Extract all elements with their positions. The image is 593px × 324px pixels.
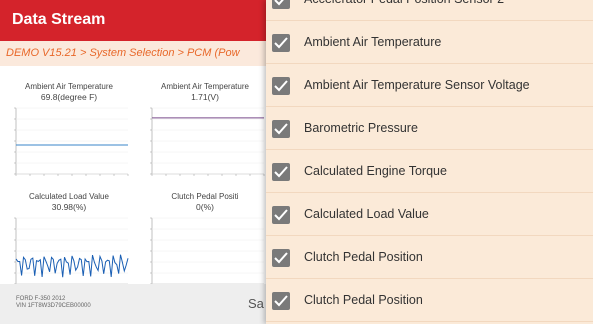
divider <box>266 321 593 322</box>
check-icon <box>274 166 288 178</box>
check-icon <box>274 123 288 135</box>
list-item-label: Accelerator Pedal Position Sensor 2 <box>304 0 504 6</box>
list-item-label: Clutch Pedal Position <box>304 250 423 264</box>
list-item[interactable]: Barometric Pressure <box>266 107 593 150</box>
page-title: Data Stream <box>12 11 106 28</box>
check-icon <box>274 209 288 221</box>
checkbox[interactable] <box>272 206 290 224</box>
graph-title: Clutch Pedal Positi <box>171 192 239 201</box>
vehicle-vin: VIN 1FT8W3D79CEB00000 <box>16 303 91 309</box>
list-item[interactable]: Calculated Load Value <box>266 193 593 236</box>
list-item[interactable]: Clutch Pedal Position <box>266 236 593 279</box>
data-stream-selection-list: Accelerator Pedal Position Sensor 2 Ambie… <box>266 0 593 324</box>
checkbox[interactable] <box>272 0 290 9</box>
check-icon <box>274 37 288 49</box>
vehicle-info: FORD F-350 2012 VIN 1FT8W3D79CEB00000 <box>16 296 91 310</box>
list-item[interactable]: Clutch Pedal Position <box>266 279 593 322</box>
list-item[interactable]: Ambient Air Temperature <box>266 21 593 64</box>
checkbox[interactable] <box>272 120 290 138</box>
graph-value: 30.98(%) <box>51 202 87 212</box>
checkbox[interactable] <box>272 77 290 95</box>
checkbox[interactable] <box>272 34 290 52</box>
check-icon <box>274 295 288 307</box>
checkbox[interactable] <box>272 249 290 267</box>
list-item-label: Clutch Pedal Position <box>304 293 423 307</box>
check-icon <box>274 252 288 264</box>
vehicle-model: FORD F-350 2012 <box>16 296 66 302</box>
checkbox[interactable] <box>272 163 290 181</box>
graph-ambient-air-temperature[interactable]: Ambient Air Temperature 69.8(degree F) <box>4 82 134 190</box>
list-item[interactable]: Ambient Air Temperature Sensor Voltage <box>266 64 593 107</box>
breadcrumb: DEMO V15.21 > System Selection > PCM (Po… <box>0 41 266 66</box>
graph-value: 1.71(V) <box>191 92 219 102</box>
graph-title: Ambient Air Temperature <box>25 82 113 91</box>
list-item[interactable]: Accelerator Pedal Position Sensor 2 <box>266 0 593 21</box>
graph-title: Calculated Load Value <box>29 192 109 201</box>
list-item-label: Ambient Air Temperature <box>304 35 442 49</box>
graph-value: 0(%) <box>196 202 214 212</box>
check-icon <box>274 80 288 92</box>
series-line <box>15 254 129 278</box>
list-item-label: Ambient Air Temperature Sensor Voltage <box>304 78 530 92</box>
checkbox[interactable] <box>272 292 290 310</box>
list-item-label: Barometric Pressure <box>304 121 418 135</box>
graph-area: Ambient Air Temperature 69.8(degree F) A… <box>0 66 266 286</box>
list-item[interactable]: Calculated Engine Torque <box>266 150 593 193</box>
save-button[interactable]: Sa <box>248 296 266 311</box>
graph-title: Ambient Air Temperature <box>161 82 249 91</box>
graph-value: 69.8(degree F) <box>40 92 98 102</box>
check-icon <box>274 0 284 6</box>
app-header: Data Stream <box>0 0 266 41</box>
list-item-label: Calculated Engine Torque <box>304 164 447 178</box>
list-item-label: Calculated Load Value <box>304 207 429 221</box>
footer-bar: FORD F-350 2012 VIN 1FT8W3D79CEB00000 Sa <box>0 284 266 324</box>
graph-ambient-air-temperature-voltage[interactable]: Ambient Air Temperature 1.71(V) <box>140 82 270 190</box>
